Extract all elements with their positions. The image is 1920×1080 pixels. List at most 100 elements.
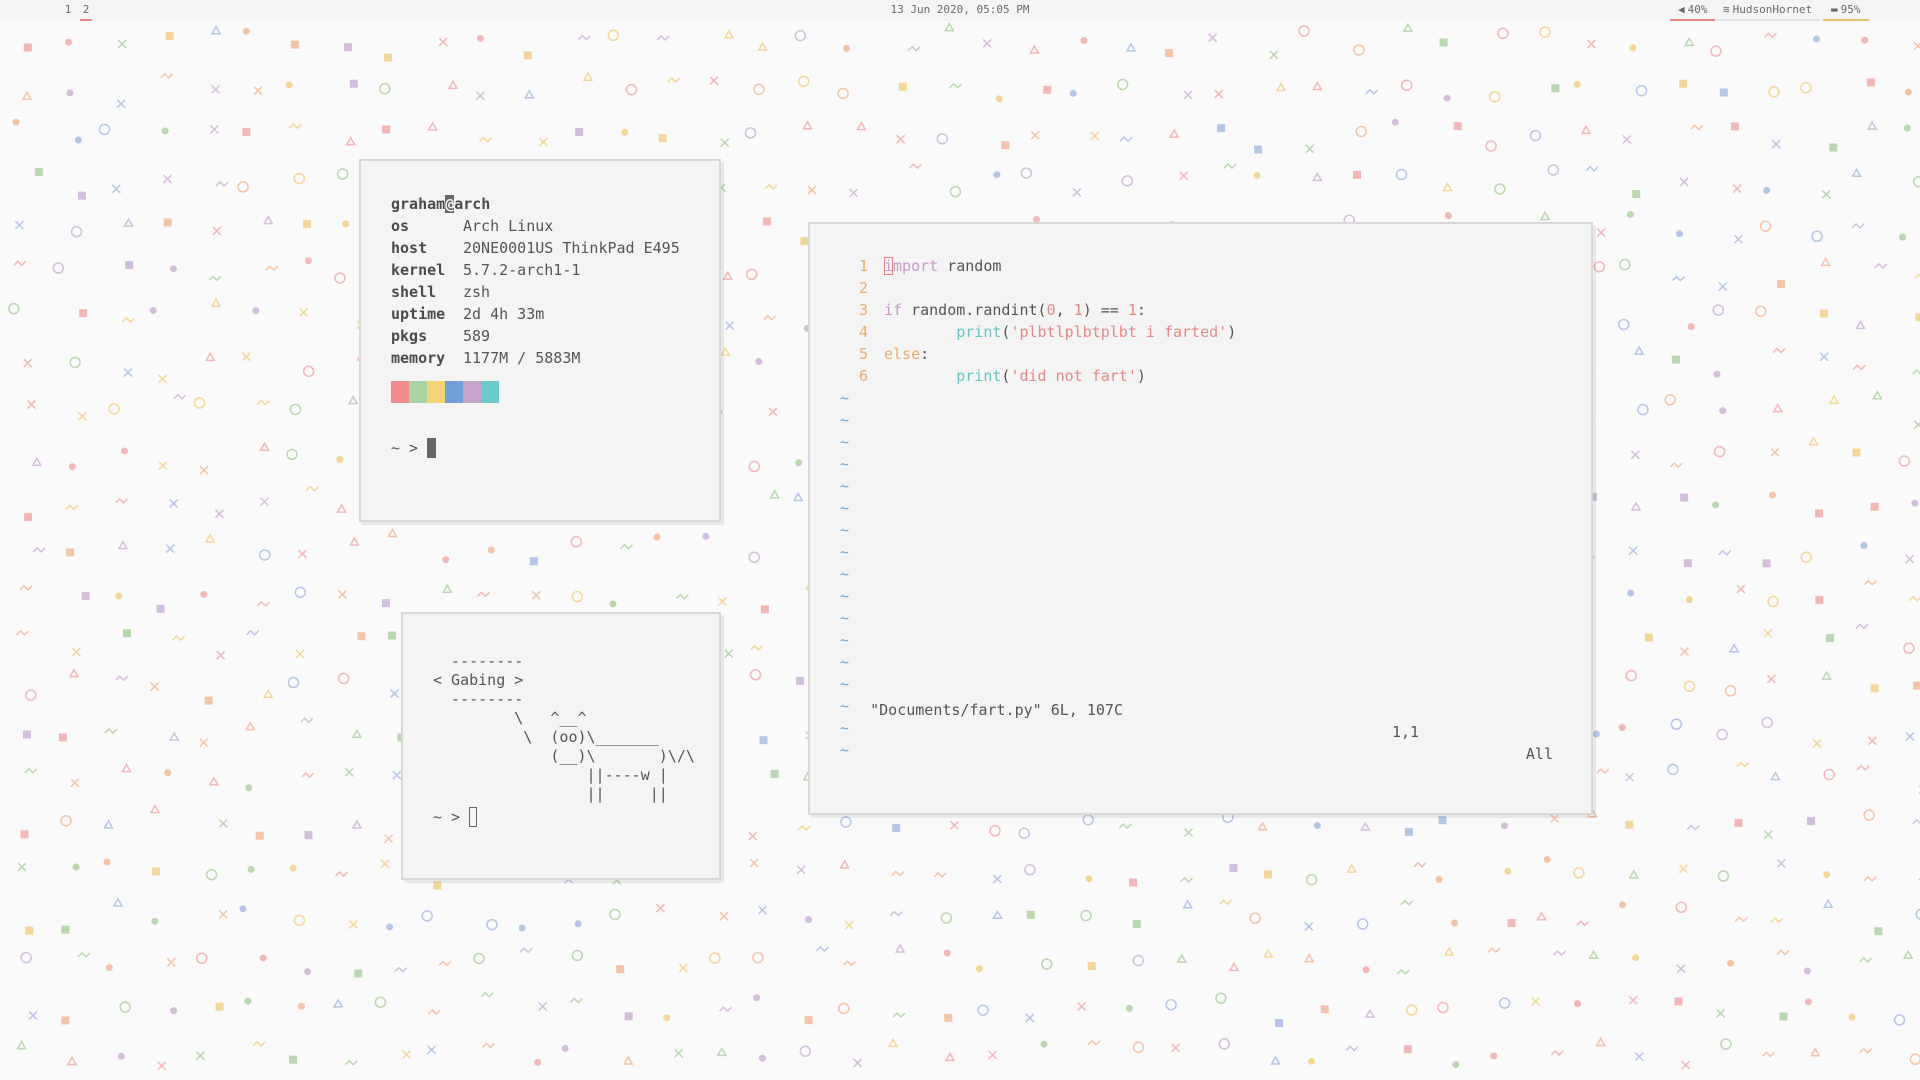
wallpaper-shape	[1686, 824, 1700, 831]
wallpaper-shape	[1730, 122, 1739, 131]
wallpaper-shape	[1851, 222, 1865, 229]
prompt-line[interactable]: ~ >	[433, 806, 695, 828]
wallpaper-shape	[302, 365, 315, 378]
wallpaper-shape	[32, 546, 46, 553]
wallpaper-shape	[1823, 768, 1835, 781]
wallpaper-shape	[722, 270, 734, 280]
code-line[interactable]: 4 print('plbtlplbtplbt i farted')	[859, 321, 1236, 343]
wallpaper-shape	[442, 556, 450, 564]
wallpaper-shape	[357, 632, 366, 641]
wallpaper-shape	[288, 123, 302, 130]
wallpaper-shape	[1275, 82, 1287, 92]
wallpaper-shape	[115, 675, 129, 682]
code-token: 'plbtlplbtplbt i farted'	[1010, 323, 1228, 341]
wallpaper-shape	[842, 44, 850, 52]
wallpaper-shape	[1405, 1004, 1418, 1016]
wallpaper-shape	[933, 871, 947, 878]
wallpaper-shape	[1683, 559, 1692, 568]
wallpaper-shape	[438, 960, 452, 967]
wallpaper-shape	[1451, 919, 1459, 927]
vim-editor-window[interactable]: 1 import random 2 3 if random.randint(0, 1) …	[808, 222, 1593, 815]
wallpaper-shape	[1851, 167, 1862, 178]
wallpaper-shape	[1771, 139, 1781, 149]
tilde-marker: ~	[840, 455, 850, 473]
wallpaper-shape	[204, 696, 213, 705]
wallpaper-shape	[1040, 1040, 1048, 1048]
wallpaper-shape	[1359, 821, 1371, 831]
wallpaper-shape	[1218, 1038, 1231, 1050]
fetch-key: shell	[391, 283, 437, 301]
wallpaper-shape	[561, 1044, 569, 1052]
wallpaper-shape	[1305, 873, 1318, 886]
wallpaper-shape	[13, 260, 27, 267]
battery-indicator[interactable]: ▬ 95%	[1823, 4, 1869, 21]
terminal-fetch-window[interactable]: graham@arch os Arch Linux host 20NE0001US T…	[359, 159, 721, 522]
wallpaper-shape	[1800, 551, 1813, 563]
prompt: ~ >	[391, 439, 419, 457]
wallpaper-shape	[1132, 954, 1145, 967]
wallpaper-shape	[1355, 125, 1367, 138]
wallpaper-shape	[265, 265, 279, 272]
wallpaper-shape	[745, 268, 758, 281]
wallpaper-shape	[68, 463, 76, 471]
wallpaper-shape	[1500, 822, 1508, 830]
wallpaper-shape	[1911, 499, 1919, 507]
wallpaper-shape	[256, 399, 270, 406]
wallpaper-shape	[1905, 731, 1915, 741]
wallpaper-shape	[1763, 830, 1773, 840]
wallpaper-shape	[1215, 992, 1227, 1004]
wallpaper-shape	[1576, 920, 1590, 927]
wallpaper-shape	[1208, 33, 1218, 43]
wallpaper-shape	[304, 257, 312, 265]
wallpaper-shape	[26, 400, 36, 410]
fetch-row-shell: shell zsh	[391, 281, 680, 303]
wallpaper-shape	[1734, 819, 1743, 828]
wallpaper-shape	[1452, 1060, 1460, 1068]
wallpaper-shape	[720, 346, 731, 356]
wallpaper-shape	[570, 536, 582, 548]
wallpaper-shape	[569, 997, 583, 1004]
wallpaper-shape	[523, 51, 532, 60]
code-area[interactable]: 1 import random 2 3 if random.randint(0, 1) …	[859, 255, 1236, 387]
wallpaper-shape	[342, 220, 350, 228]
wallpaper-shape	[1082, 814, 1094, 826]
code-line[interactable]: 5 else:	[859, 343, 1236, 365]
code-token: print	[956, 367, 1002, 385]
code-token: ,	[1055, 301, 1074, 319]
wallpaper-shape	[1734, 916, 1748, 923]
wallpaper-shape	[172, 635, 186, 642]
network-indicator[interactable]: ≋ HudsonHornet	[1715, 4, 1821, 21]
fetch-key: kernel	[391, 261, 446, 279]
wallpaper-shape	[1629, 44, 1637, 52]
wallpaper-shape	[839, 859, 850, 869]
wallpaper-shape	[65, 504, 79, 511]
wallpaper-shape	[1218, 899, 1233, 906]
wallpaper-shape	[103, 858, 111, 866]
wallpaper-shape	[725, 321, 735, 331]
wallpaper-shape	[20, 830, 29, 839]
wallpaper-shape	[237, 181, 249, 193]
tilde-marker: ~	[840, 499, 850, 517]
terminal-cowsay-window[interactable]: -------- < Gabing > -------- \ ^__^ \ (o…	[401, 612, 721, 880]
wallpaper-shape	[1856, 764, 1870, 771]
wallpaper-shape	[1870, 684, 1879, 693]
wallpaper-shape	[1770, 916, 1784, 924]
code-line[interactable]: 6 print('did not fart')	[859, 365, 1236, 387]
tilde-marker: ~	[840, 609, 850, 627]
wallpaper-shape	[1712, 501, 1720, 509]
wallpaper-shape	[992, 874, 1002, 884]
wallpaper-shape	[1859, 1047, 1873, 1054]
wallpaper-shape	[214, 509, 224, 519]
code-line[interactable]: 1 import random	[859, 255, 1236, 277]
wallpaper-shape	[1443, 94, 1451, 102]
wallpaper-shape	[204, 533, 216, 543]
wallpaper-shape	[31, 456, 43, 466]
code-line[interactable]: 3 if random.randint(0, 1) == 1:	[859, 299, 1236, 321]
wallpaper-shape	[609, 908, 621, 921]
code-line[interactable]: 2	[859, 277, 1236, 299]
prompt-line[interactable]: ~ >	[391, 437, 680, 459]
wallpaper-shape	[149, 306, 157, 314]
line-number: 1	[859, 257, 869, 275]
wallpaper-shape	[1819, 352, 1829, 362]
volume-indicator[interactable]: ◀ 40%	[1670, 4, 1716, 21]
